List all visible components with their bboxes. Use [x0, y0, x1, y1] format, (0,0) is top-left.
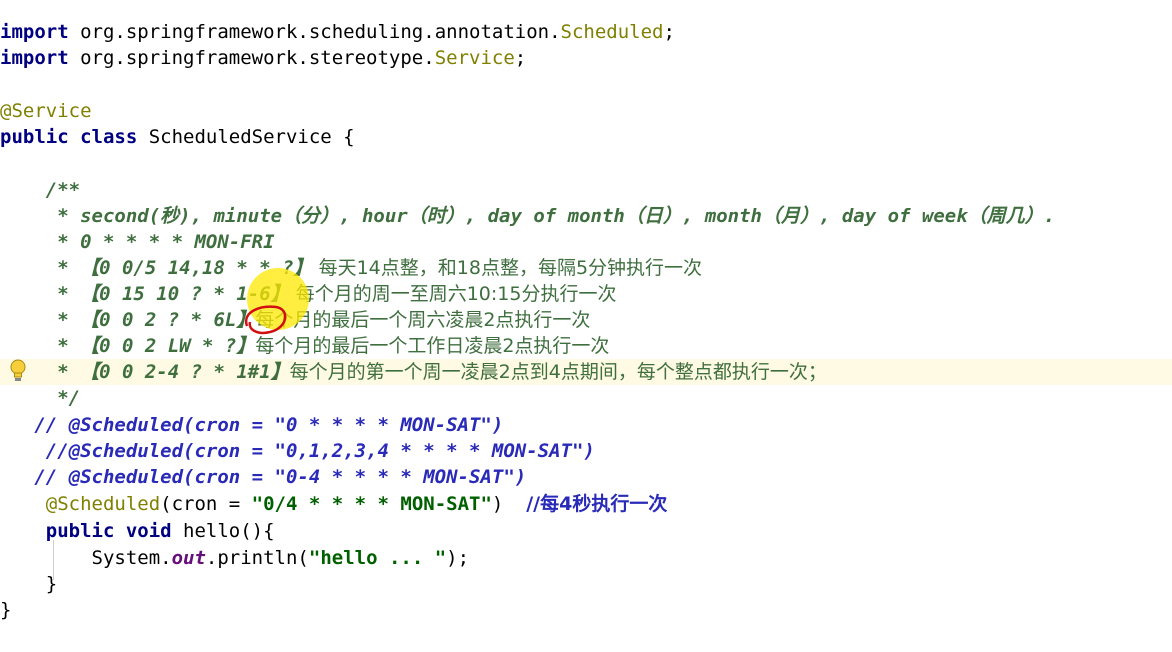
doc-comment-line: * 0 * * * * MON-FRI [0, 231, 275, 253]
cron-description: 每个月的最后一个工作日凌晨2点执行一次 [255, 335, 610, 357]
commented-annotation: // @Scheduled(cron = "0-4 * * * * MON-SA… [0, 466, 527, 488]
annotation-args-close: ) [491, 493, 527, 515]
inline-comment: //每4秒执行一次 [526, 493, 668, 515]
keyword: public void [0, 520, 172, 542]
out-field: out [171, 547, 206, 569]
code-line: import org.springframework.scheduling.an… [0, 19, 675, 45]
red-annotation-circle [244, 305, 287, 335]
lightbulb-icon[interactable] [8, 358, 28, 384]
scheduled-annotation: @Scheduled [0, 493, 161, 515]
scheduled-annotation-line: @Scheduled(cron = "0/4 * * * * MON-SAT")… [0, 491, 668, 517]
cron-example: * 【0 0 2 ? * 6L】 [0, 309, 256, 331]
method-name: hello(){ [171, 520, 275, 542]
package-path: org.springframework.scheduling.annotatio… [68, 21, 561, 43]
method-declaration: public void hello(){ [0, 518, 275, 544]
class-name: Service [434, 47, 515, 69]
semicolon: ; [514, 47, 527, 69]
method-close-brace: } [0, 573, 58, 595]
commented-annotation: // @Scheduled(cron = "0 * * * * MON-SAT"… [0, 414, 504, 436]
keyword: public class [0, 126, 138, 148]
println-call: .println( [205, 547, 309, 569]
annotation-args: (cron = [160, 493, 252, 515]
keyword: import [0, 47, 69, 69]
keyword: import [0, 21, 69, 43]
commented-annotation: //@Scheduled(cron = "0,1,2,3,4 * * * * M… [0, 440, 595, 462]
doc-comment-close: */ [0, 387, 81, 409]
doc-comment-line: * second(秒), minute（分）, hour（时）, day of … [0, 205, 1056, 227]
class-declaration: public class ScheduledService { [0, 124, 355, 150]
service-annotation: @Service [0, 100, 92, 122]
class-name: ScheduledService { [137, 126, 355, 148]
doc-comment-line: * 【0 0/5 14,18 * * ?】 每天14点整，和18点整，每隔5分钟… [0, 255, 702, 281]
cron-example: * 【0 0 2 LW * ?】 [0, 335, 256, 357]
package-path: org.springframework.stereotype. [68, 47, 435, 69]
indent-guide [53, 540, 54, 580]
call-close: ); [446, 547, 470, 569]
code-line: import org.springframework.stereotype.Se… [0, 45, 526, 71]
doc-comment-open: /** [0, 179, 81, 201]
semicolon: ; [663, 21, 675, 43]
method-body-line: System.out.println("hello ... "); [0, 545, 470, 571]
hello-string: "hello ... " [308, 547, 447, 569]
cron-description: 每天14点整，和18点整，每隔5分钟执行一次 [312, 257, 703, 279]
code-editor[interactable]: import org.springframework.scheduling.an… [0, 0, 1172, 652]
class-name: Scheduled [560, 21, 664, 43]
doc-comment-line: * 【0 0 2 LW * ?】每个月的最后一个工作日凌晨2点执行一次 [0, 333, 609, 359]
cron-string: "0/4 * * * * MON-SAT" [251, 493, 492, 515]
class-close-brace: } [0, 599, 12, 621]
cron-description: 每个月的周一至周六10:15分执行一次 [289, 283, 617, 305]
cron-example: * 【0 0 2-4 ? * 1#1】 [0, 361, 290, 383]
system-class: System. [0, 547, 172, 569]
cron-description: 每个月的第一个周一凌晨2点到4点期间，每个整点都执行一次； [289, 361, 827, 383]
current-line[interactable]: * 【0 0 2-4 ? * 1#1】每个月的第一个周一凌晨2点到4点期间，每个… [0, 359, 1172, 385]
